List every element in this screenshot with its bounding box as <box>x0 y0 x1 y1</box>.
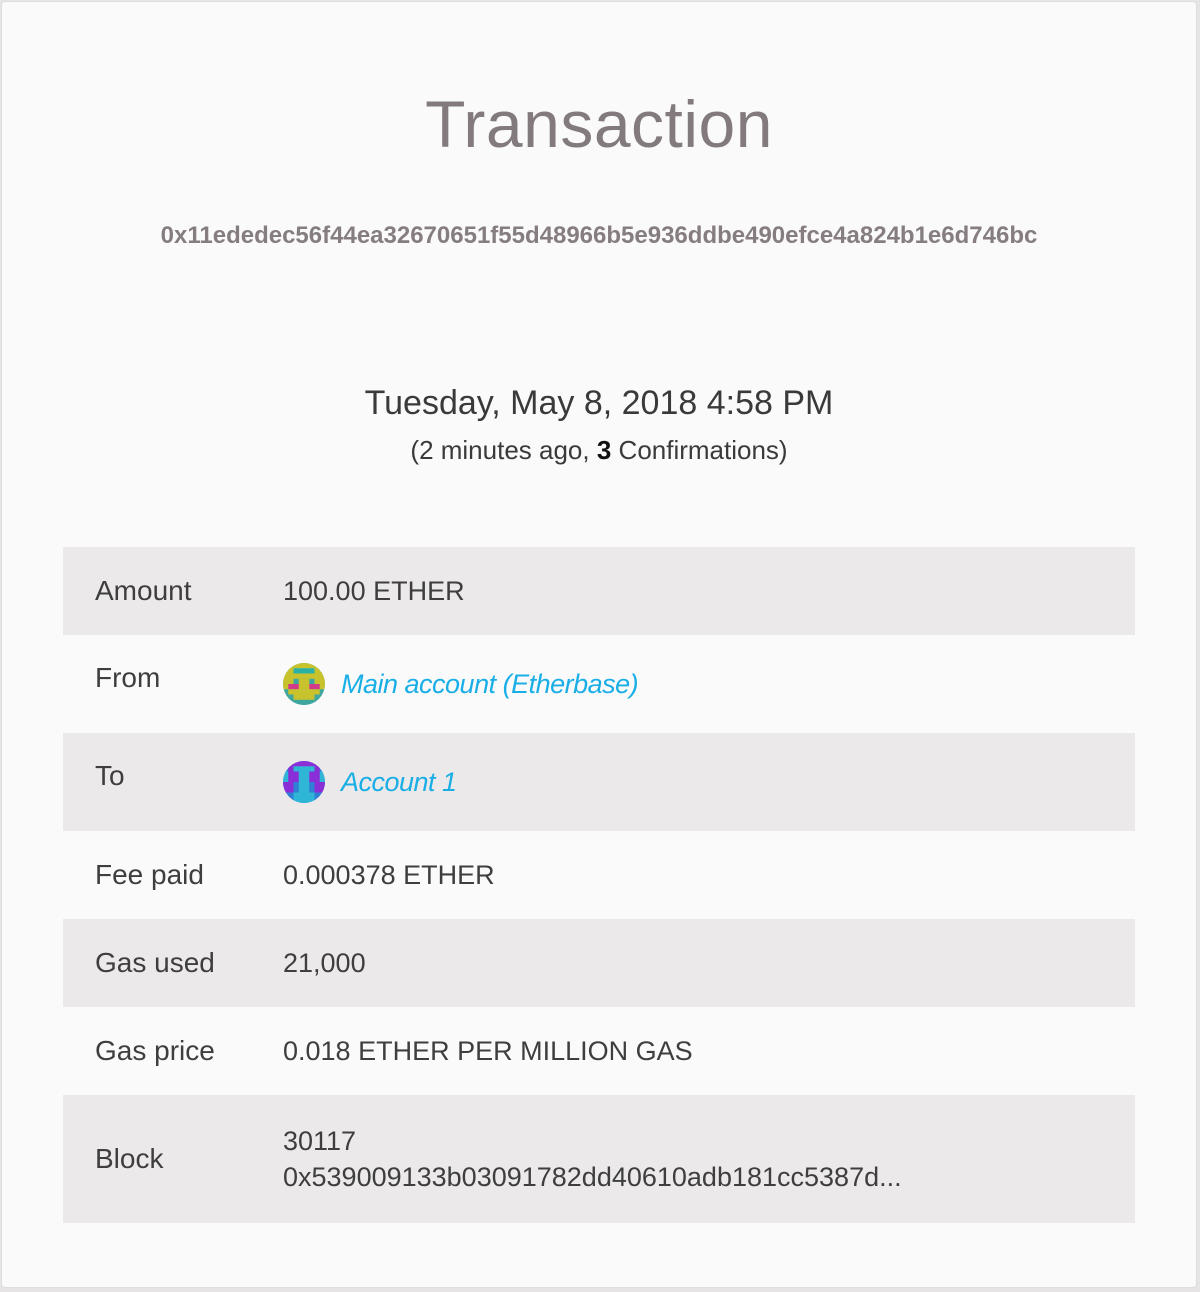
transaction-hash: 0x11ededec56f44ea32670651f55d48966b5e936… <box>160 222 1038 249</box>
from-value: Main account (Etherbase) <box>283 663 1135 705</box>
detail-row-gas-price: Gas price 0.018 ETHER PER MILLION GAS <box>63 1007 1135 1095</box>
page-title: Transaction <box>425 87 773 161</box>
from-account-link[interactable]: Main account (Etherbase) <box>341 669 639 700</box>
to-value: Account 1 <box>283 761 1135 803</box>
block-value: 30117 0x539009133b03091782dd40610adb181c… <box>283 1123 1135 1195</box>
block-hash: 0x539009133b03091782dd40610adb181cc5387d… <box>283 1162 902 1192</box>
identicon-account-1-icon[interactable] <box>283 761 325 803</box>
detail-row-to: To Account 1 <box>63 733 1135 831</box>
fee-value: 0.000378 ETHER <box>283 859 495 890</box>
confirmations-label: Confirmations) <box>611 435 788 465</box>
detail-row-block: Block 30117 0x539009133b03091782dd40610a… <box>63 1095 1135 1223</box>
detail-row-gas-used: Gas used 21,000 <box>63 919 1135 1007</box>
confirmation-info: (2 minutes ago, 3 Confirmations) <box>2 435 1196 466</box>
to-account-link[interactable]: Account 1 <box>341 767 457 798</box>
gas-used-value: 21,000 <box>283 947 366 978</box>
block-number: 30117 <box>283 1126 357 1156</box>
relative-time: (2 minutes ago, <box>410 435 597 465</box>
transaction-details-table: Amount 100.00 ETHER From Main account (E… <box>63 547 1135 1223</box>
block-label: Block <box>95 1143 164 1174</box>
transaction-date: Tuesday, May 8, 2018 4:58 PM <box>364 384 834 422</box>
detail-row-fee: Fee paid 0.000378 ETHER <box>63 831 1135 919</box>
from-label: From <box>95 662 161 693</box>
gas-used-label: Gas used <box>95 947 215 978</box>
transaction-window: Transaction 0x11ededec56f44ea32670651f55… <box>1 1 1197 1288</box>
gas-price-label: Gas price <box>95 1035 215 1066</box>
gas-price-value: 0.018 ETHER PER MILLION GAS <box>283 1035 693 1066</box>
confirmations-count: 3 <box>596 435 612 465</box>
identicon-main-account-icon[interactable] <box>283 663 325 705</box>
amount-value: 100.00 ETHER <box>283 575 465 606</box>
to-label: To <box>95 760 125 791</box>
detail-row-amount: Amount 100.00 ETHER <box>63 547 1135 635</box>
detail-row-from: From Main account (Etherbase) <box>63 635 1135 733</box>
fee-label: Fee paid <box>95 859 204 890</box>
amount-label: Amount <box>95 575 192 606</box>
